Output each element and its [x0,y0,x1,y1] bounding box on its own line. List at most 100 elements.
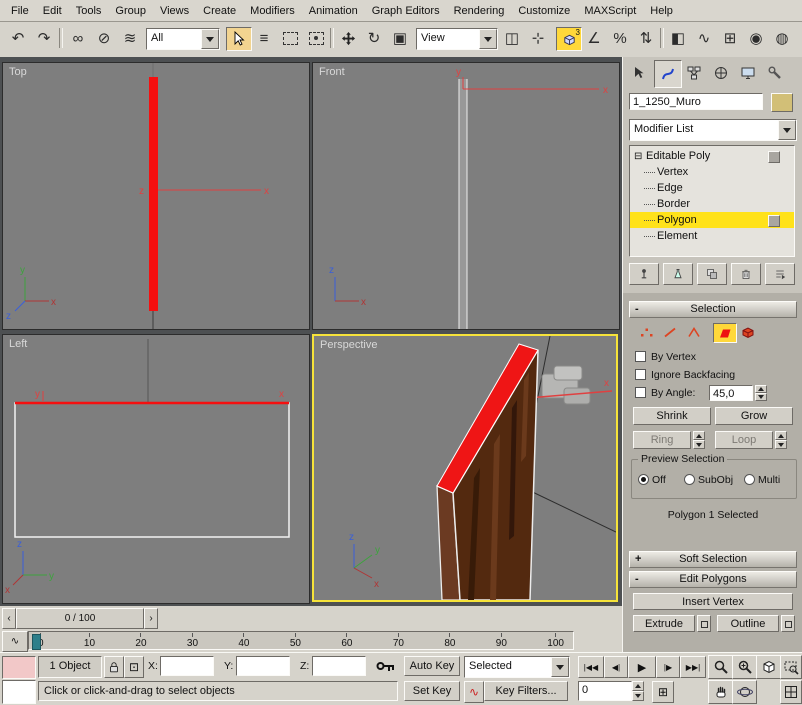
open-mini-curve-editor-button[interactable]: ∿ [2,631,28,652]
stack-status-icon[interactable] [768,151,780,163]
absolute-offset-toggle[interactable]: ⊡ [124,656,144,678]
select-and-scale-button[interactable]: ▣ [388,27,412,49]
select-and-rotate-button[interactable]: ↻ [362,27,386,49]
reference-coordinate-system-dropdown[interactable]: View [416,28,498,50]
menu-modifiers[interactable]: Modifiers [243,2,302,20]
viewport-top-label[interactable]: Top [9,66,27,78]
mirror-button[interactable]: ◧ [666,27,690,49]
ring-spinner[interactable] [693,431,705,449]
curve-editor-button[interactable]: ∿ [692,27,716,49]
viewport-perspective-label[interactable]: Perspective [320,339,377,351]
element-subobject-button[interactable] [737,323,759,341]
use-pivot-point-center-button[interactable]: ◫ [500,27,524,49]
tab-hierarchy[interactable] [681,60,707,86]
dropdown-arrow-icon[interactable] [551,657,569,677]
set-keys-button[interactable] [372,655,400,677]
menu-edit[interactable]: Edit [36,2,69,20]
viewport-front-label[interactable]: Front [319,66,345,78]
bind-to-space-warp-button[interactable]: ≋ [118,27,142,49]
x-coordinate-field[interactable] [160,656,214,676]
pan-view-button[interactable] [708,680,733,704]
extrude-button[interactable]: Extrude [633,615,695,632]
by-angle-checkbox[interactable] [635,387,646,398]
viewport-perspective[interactable]: Perspective x [312,334,618,602]
zoom-button[interactable] [708,655,733,679]
window-crossing-toggle[interactable] [304,27,328,49]
current-frame-marker[interactable] [32,634,41,650]
make-unique-button[interactable] [697,263,727,285]
select-and-manipulate-button[interactable]: ⊹ [526,27,550,49]
new-key-tangent-button[interactable]: ∿ [464,681,484,703]
tab-utilities[interactable] [762,60,788,86]
time-slider-next-button[interactable]: › [144,608,158,629]
background-object[interactable] [542,366,590,404]
grow-button[interactable]: Grow [715,407,793,425]
selection-filter-dropdown[interactable]: All [146,28,220,50]
viewport-left[interactable]: Left y x z y x [2,334,310,604]
remove-modifier-button[interactable] [731,263,761,285]
object-name-field[interactable]: 1_1250_Muro [629,93,763,110]
time-slider[interactable]: 0 / 100 [16,608,144,629]
tab-motion[interactable] [708,60,734,86]
wall-left-view[interactable] [15,403,289,537]
shrink-button[interactable]: Shrink [633,407,711,425]
extrude-settings-button[interactable] [697,615,711,632]
preview-multi-radio[interactable] [744,474,755,485]
render-setup-button[interactable]: ◍ [770,27,794,49]
wall-front-view[interactable] [459,79,467,329]
angle-snap-toggle[interactable]: ∠ [582,27,606,49]
object-color-swatch[interactable] [771,93,793,112]
loop-button[interactable]: Loop [715,431,773,449]
play-button[interactable]: ▶ [628,656,656,678]
redo-button[interactable]: ↷ [32,27,56,49]
wall-object[interactable] [437,344,538,600]
by-angle-value-field[interactable]: 45,0 [709,385,753,401]
selection-rollout-header[interactable]: - Selection [629,301,797,318]
border-subobject-button[interactable] [683,323,705,341]
ignore-backfacing-checkbox[interactable] [635,369,646,380]
tab-display[interactable] [735,60,761,86]
edit-polygons-rollout-header[interactable]: - Edit Polygons [629,571,797,588]
auto-key-button[interactable]: Auto Key [404,656,460,676]
by-angle-spinner[interactable] [755,385,767,401]
menu-views[interactable]: Views [153,2,196,20]
show-end-result-button[interactable] [663,263,693,285]
menu-tools[interactable]: Tools [69,2,109,20]
select-by-name-button[interactable]: ≡ [252,27,276,49]
loop-spinner[interactable] [775,431,787,449]
material-editor-button[interactable]: ◉ [744,27,768,49]
current-frame-field[interactable]: 0 [578,681,632,701]
percent-snap-toggle[interactable]: % [608,27,632,49]
menu-customize[interactable]: Customize [511,2,577,20]
orbit-view-button[interactable] [732,680,757,704]
zoom-all-button[interactable] [732,655,757,679]
selected-wall-top-view[interactable] [149,77,158,311]
time-slider-prev-button[interactable]: ‹ [2,608,16,629]
maxscript-macro-recorder[interactable] [2,656,36,679]
viewport-front[interactable]: Front y x z x [312,62,620,330]
modifier-list-dropdown[interactable]: Modifier List [629,119,797,141]
maximize-viewport-toggle[interactable] [780,680,802,704]
preview-off-radio[interactable] [638,474,649,485]
dropdown-arrow-icon[interactable] [778,120,796,140]
dropdown-arrow-icon[interactable] [201,29,219,49]
collapse-icon[interactable]: ⊟ [634,151,646,162]
key-filters-button[interactable]: Key Filters... [484,681,568,701]
stack-item-edge[interactable]: Edge [630,180,794,196]
polygon-subobject-button[interactable] [713,323,737,343]
previous-frame-button[interactable]: ◀| [604,656,628,678]
preview-subobj-radio[interactable] [684,474,695,485]
set-key-button[interactable]: Set Key [404,681,460,701]
maxscript-mini-listener[interactable] [2,680,36,704]
y-coordinate-field[interactable] [236,656,290,676]
dropdown-arrow-icon[interactable] [479,29,497,49]
stack-item-border[interactable]: Border [630,196,794,212]
viewport-left-label[interactable]: Left [9,338,27,350]
outline-settings-button[interactable] [781,615,795,632]
zoom-region-button[interactable] [780,655,802,679]
schematic-view-button[interactable]: ⊞ [718,27,742,49]
selection-lock-toggle[interactable] [104,656,124,678]
configure-modifier-sets-button[interactable] [765,263,795,285]
z-coordinate-field[interactable] [312,656,366,676]
menu-file[interactable]: File [4,2,36,20]
